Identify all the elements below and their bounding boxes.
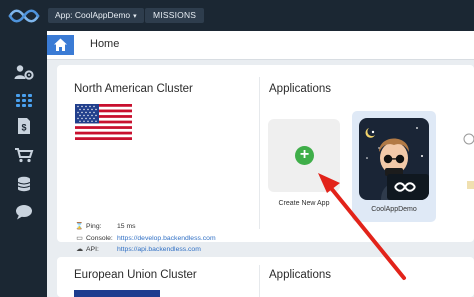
console-row: ▭ Console: https://develop.backendless.com — [75, 234, 216, 242]
chat-icon[interactable] — [14, 204, 34, 220]
cart-icon[interactable] — [14, 147, 34, 163]
us-flag-icon — [75, 104, 132, 140]
divider — [259, 265, 260, 297]
page-title: Home — [90, 38, 120, 50]
main-content: Home North American Cluster ⌛ Ping: 15 m… — [47, 31, 474, 297]
ping-row: ⌛ Ping: 15 ms — [75, 222, 136, 230]
create-new-app-label: Create New App — [278, 200, 330, 207]
app-name: CoolAppDemo — [371, 206, 417, 213]
applications-title: Applications — [269, 269, 332, 281]
ping-label: Ping: — [86, 223, 102, 230]
cluster-card-north-america: North American Cluster ⌛ Ping: 15 ms ▭ C… — [57, 65, 474, 253]
console-link[interactable]: https://develop.backendless.com — [117, 235, 216, 242]
divider — [259, 77, 260, 229]
sidebar: $ — [0, 31, 47, 297]
ping-value: 15 ms — [117, 223, 136, 230]
grid-icon[interactable] — [14, 92, 34, 108]
cluster-title: North American Cluster — [74, 83, 193, 95]
console-label: Console: — [86, 235, 113, 242]
backendless-logo-icon[interactable] — [8, 8, 40, 24]
chevron-down-icon: ▾ — [133, 13, 137, 20]
api-label: API: — [86, 246, 99, 253]
plus-icon: + — [295, 146, 314, 165]
home-icon — [54, 38, 67, 51]
applications-title: Applications — [269, 83, 332, 95]
billing-icon[interactable]: $ — [14, 118, 34, 134]
coins-icon[interactable] — [14, 176, 34, 192]
app-avatar-icon — [359, 118, 429, 200]
cloud-icon: ☁ — [76, 246, 83, 253]
app-selector[interactable]: App: CoolAppDemo ▾ — [48, 8, 144, 23]
create-new-app-button[interactable]: + — [268, 119, 340, 192]
top-bar: App: CoolAppDemo ▾ MISSIONS — [0, 0, 474, 31]
missions-button[interactable]: MISSIONS — [145, 8, 205, 23]
app-selector-label: App: CoolAppDemo — [55, 10, 131, 20]
partial-app-icon[interactable] — [455, 127, 474, 197]
hourglass-icon: ⌛ — [75, 223, 84, 230]
breadcrumb: Home — [47, 31, 474, 60]
api-row: ☁ API: https://api.backendless.com — [75, 245, 201, 253]
svg-text:$: $ — [21, 123, 26, 133]
monitor-icon: ▭ — [76, 235, 83, 242]
cluster-title: European Union Cluster — [74, 269, 197, 281]
eu-flag-icon — [74, 290, 160, 297]
api-link[interactable]: https://api.backendless.com — [117, 246, 201, 253]
home-button[interactable] — [47, 35, 74, 55]
users-gear-icon[interactable] — [14, 64, 34, 80]
app-tile[interactable]: CoolAppDemo — [352, 111, 436, 222]
cluster-card-european-union: European Union Cluster Applications — [57, 257, 474, 297]
